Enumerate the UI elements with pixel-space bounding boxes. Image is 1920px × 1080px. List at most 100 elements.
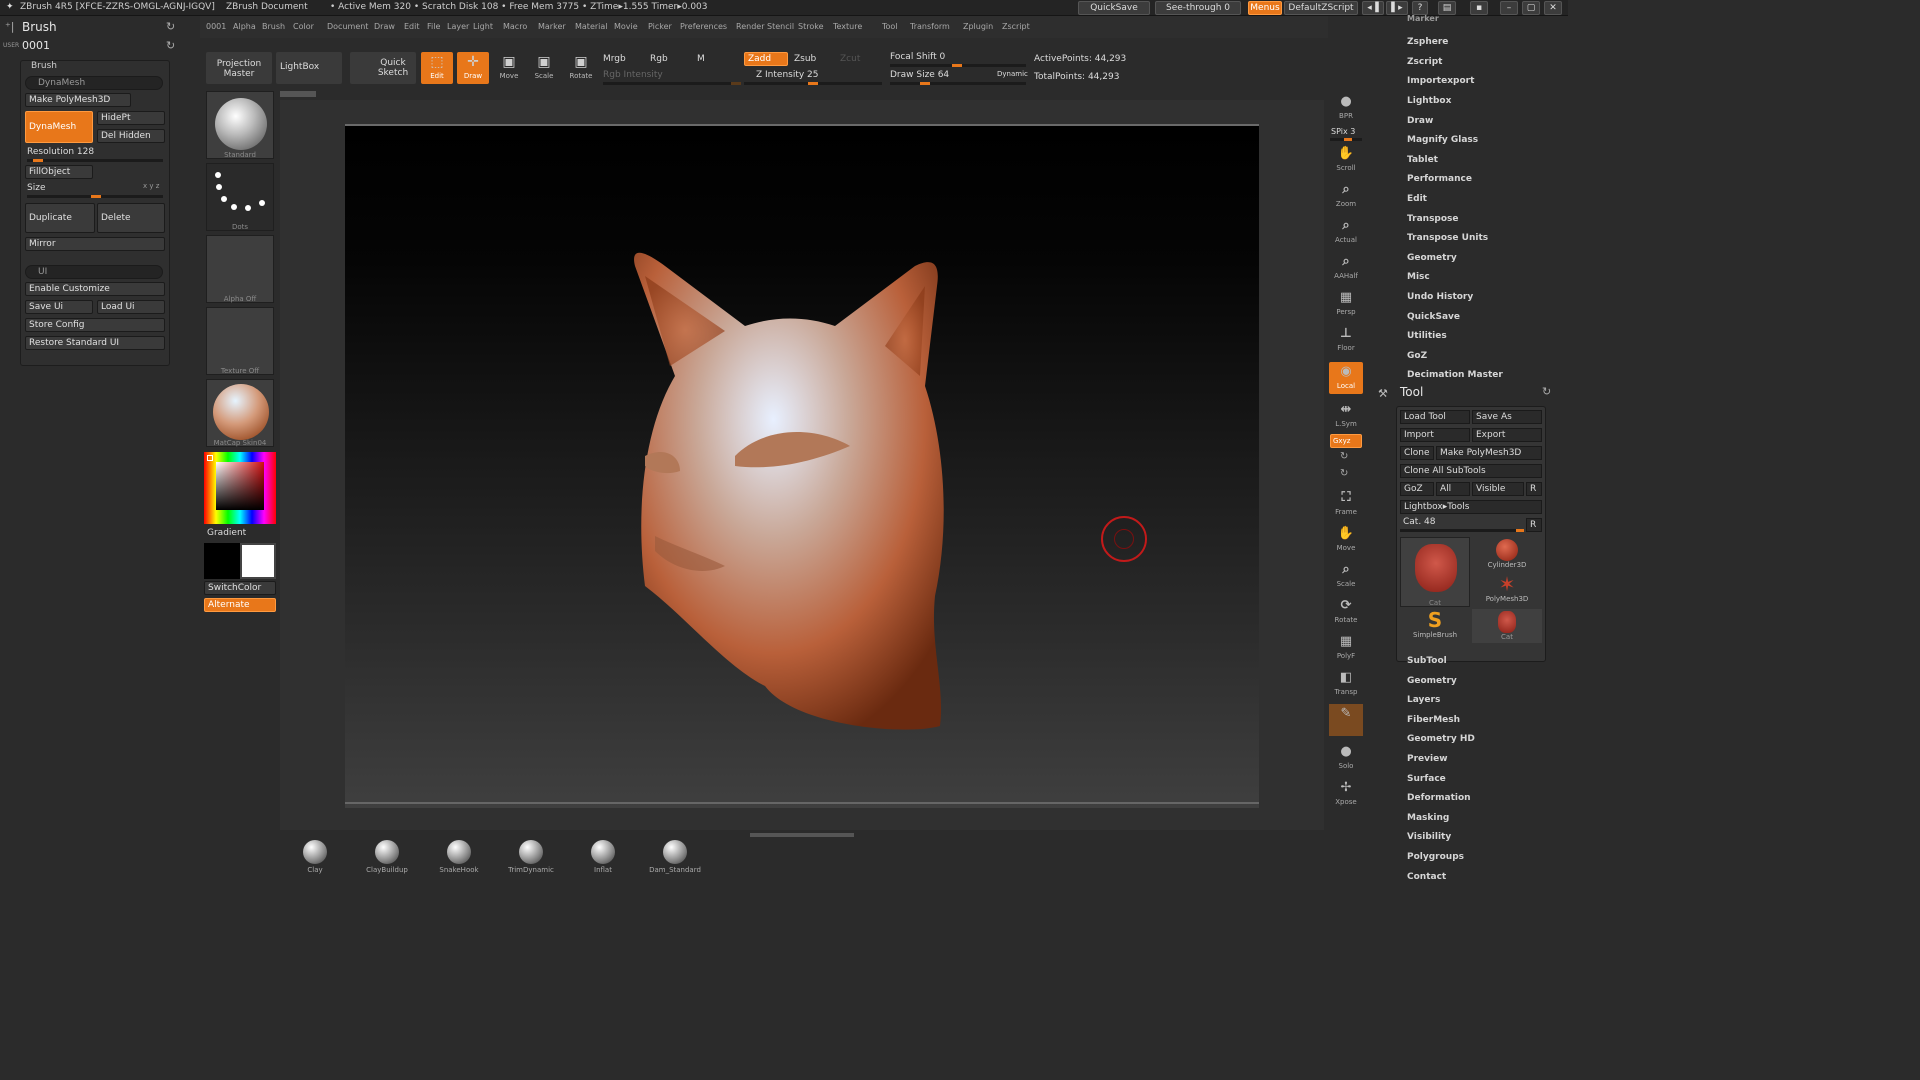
rotate-y-icon[interactable]: ↻	[1340, 451, 1348, 462]
menu-transform[interactable]: Transform	[910, 22, 950, 31]
zadd-toggle[interactable]: Zadd	[744, 52, 788, 66]
menu-item-performance[interactable]: Performance	[1407, 174, 1472, 184]
menu-marker[interactable]: Marker	[538, 22, 566, 31]
goz-r-button[interactable]: R	[1526, 482, 1542, 496]
menu-preferences[interactable]: Preferences	[680, 22, 727, 31]
save-as-button[interactable]: Save As	[1472, 410, 1542, 424]
resolution-slider[interactable]	[27, 159, 163, 162]
menu-item-quicksave[interactable]: QuickSave	[1407, 312, 1460, 322]
duplicate-button[interactable]: Duplicate	[25, 203, 95, 233]
lightbox-tools-button[interactable]: Lightbox▸Tools	[1400, 500, 1542, 514]
actual-button[interactable]: ⌕ Actual	[1329, 216, 1363, 248]
ui-subpalette[interactable]: UI	[25, 265, 163, 279]
counter-refresh-icon[interactable]: ↻	[166, 39, 175, 52]
aahalf-button[interactable]: ⌕ AAHalf	[1329, 252, 1363, 284]
menu-picker[interactable]: Picker	[648, 22, 672, 31]
delete-button[interactable]: Delete	[97, 203, 165, 233]
menu-texture[interactable]: Texture	[833, 22, 862, 31]
brush-trimdynamic[interactable]: TrimDynamic	[499, 840, 563, 874]
zoom-button[interactable]: ⌕ Zoom	[1329, 180, 1363, 212]
enable-customize-button[interactable]: Enable Customize	[25, 282, 165, 296]
menu-brush[interactable]: Brush	[262, 22, 285, 31]
draw-mode-button[interactable]: ✛ Draw	[457, 52, 489, 84]
tool-submenu-geometry-hd[interactable]: Geometry HD	[1407, 734, 1475, 744]
tray-refresh-icon[interactable]: ↻	[166, 20, 175, 33]
move-mode-button[interactable]: ▣ Move	[493, 52, 525, 84]
persp-button[interactable]: ▦ Persp	[1329, 288, 1363, 320]
xpose-button[interactable]: ✢ Xpose	[1329, 778, 1363, 810]
menu-zplugin[interactable]: Zplugin	[963, 22, 993, 31]
menu-color[interactable]: Color	[293, 22, 314, 31]
lightbox-button[interactable]: LightBox	[276, 52, 342, 84]
focal-shift-slider[interactable]	[890, 64, 1026, 67]
hidept-button[interactable]: HidePt	[97, 111, 165, 125]
menu-item-magnify-glass[interactable]: Magnify Glass	[1407, 135, 1478, 145]
menu-item-goz[interactable]: GoZ	[1407, 351, 1427, 361]
menu-item-misc[interactable]: Misc	[1407, 272, 1430, 282]
switchcolor-button[interactable]: SwitchColor	[204, 581, 276, 595]
layout-prev-icon[interactable]: ◂▐	[1362, 1, 1384, 15]
tool-submenu-masking[interactable]: Masking	[1407, 813, 1449, 823]
tool-submenu-geometry[interactable]: Geometry	[1407, 676, 1457, 686]
menu-layer[interactable]: Layer	[447, 22, 469, 31]
lsym-button[interactable]: ⇹ L.Sym	[1329, 400, 1363, 432]
floor-button[interactable]: ⊥ Floor	[1329, 324, 1363, 356]
tool-thumb-simplebrush[interactable]: S SimpleBrush	[1400, 609, 1470, 643]
menu-item-transpose[interactable]: Transpose	[1407, 214, 1459, 224]
goz-all-button[interactable]: All	[1436, 482, 1470, 496]
menu-item-zsphere[interactable]: Zsphere	[1407, 37, 1448, 47]
rotate-z-icon[interactable]: ↻	[1340, 468, 1348, 479]
store-config-button[interactable]: Store Config	[25, 318, 165, 332]
menu-item-decimation-master[interactable]: Decimation Master	[1407, 370, 1503, 380]
tool-submenu-preview[interactable]: Preview	[1407, 754, 1448, 764]
menu-item-utilities[interactable]: Utilities	[1407, 331, 1447, 341]
solo-button[interactable]: ● Solo	[1329, 742, 1363, 774]
brush-inflat[interactable]: Inflat	[571, 840, 635, 874]
menu-render[interactable]: Render	[736, 22, 764, 31]
tool-submenu-polygroups[interactable]: Polygroups	[1407, 852, 1464, 862]
menu-alpha[interactable]: Alpha	[233, 22, 256, 31]
menu-light[interactable]: Light	[473, 22, 493, 31]
menu-movie[interactable]: Movie	[614, 22, 638, 31]
export-button[interactable]: Export	[1472, 428, 1542, 442]
default-zscript-button[interactable]: DefaultZScript	[1284, 1, 1358, 15]
transp-button[interactable]: ◧ Transp	[1329, 668, 1363, 700]
clone-button[interactable]: Clone	[1400, 446, 1434, 460]
menu-draw[interactable]: Draw	[374, 22, 395, 31]
stroke-thumbnail[interactable]: Dots	[206, 163, 274, 231]
tool-submenu-fibermesh[interactable]: FiberMesh	[1407, 715, 1460, 725]
menu-item-transpose-units[interactable]: Transpose Units	[1407, 233, 1488, 243]
material-thumbnail[interactable]: MatCap Skin04	[206, 379, 274, 447]
menu-tool[interactable]: Tool	[882, 22, 898, 31]
ghost-button[interactable]: ✎	[1329, 704, 1363, 736]
goz-visible-button[interactable]: Visible	[1472, 482, 1524, 496]
z-intensity-slider[interactable]	[744, 82, 882, 85]
make-polymesh-button[interactable]: Make PolyMesh3D	[25, 93, 131, 107]
menus-toggle[interactable]: Menus	[1248, 1, 1282, 15]
move-view-button[interactable]: ✋ Move	[1329, 524, 1363, 556]
goz-button[interactable]: GoZ	[1400, 482, 1434, 496]
color-picker[interactable]	[204, 452, 276, 524]
spix-slider[interactable]	[1330, 138, 1362, 141]
save-ui-button[interactable]: Save Ui	[25, 300, 93, 314]
menu-item-tablet[interactable]: Tablet	[1407, 155, 1438, 165]
tool-slider[interactable]	[1400, 529, 1524, 532]
menu-item-undo-history[interactable]: Undo History	[1407, 292, 1473, 302]
size-slider[interactable]	[27, 195, 163, 198]
dynamesh-button[interactable]: DynaMesh	[25, 111, 93, 143]
rgb-intensity-slider[interactable]	[603, 82, 741, 85]
menu-macro[interactable]: Macro	[503, 22, 527, 31]
bpr-button[interactable]: ● BPR	[1329, 92, 1363, 124]
menu-file[interactable]: File	[427, 22, 440, 31]
polyf-button[interactable]: ▦ PolyF	[1329, 632, 1363, 664]
make-polymesh3d-button[interactable]: Make PolyMesh3D	[1436, 446, 1542, 460]
tool-refresh-icon[interactable]: ↻	[1542, 385, 1551, 398]
fillobject-button[interactable]: FillObject	[25, 165, 93, 179]
axis-xyz-icon[interactable]: x y z	[143, 182, 159, 190]
load-tool-button[interactable]: Load Tool	[1400, 410, 1470, 424]
gxyz-button[interactable]: Gxyz	[1330, 434, 1362, 448]
menu-item-edit[interactable]: Edit	[1407, 194, 1427, 204]
brush-dam_standard[interactable]: Dam_Standard	[643, 840, 707, 874]
window-layout-icon[interactable]: ▤	[1438, 1, 1456, 15]
brush-claybuildup[interactable]: ClayBuildup	[355, 840, 419, 874]
